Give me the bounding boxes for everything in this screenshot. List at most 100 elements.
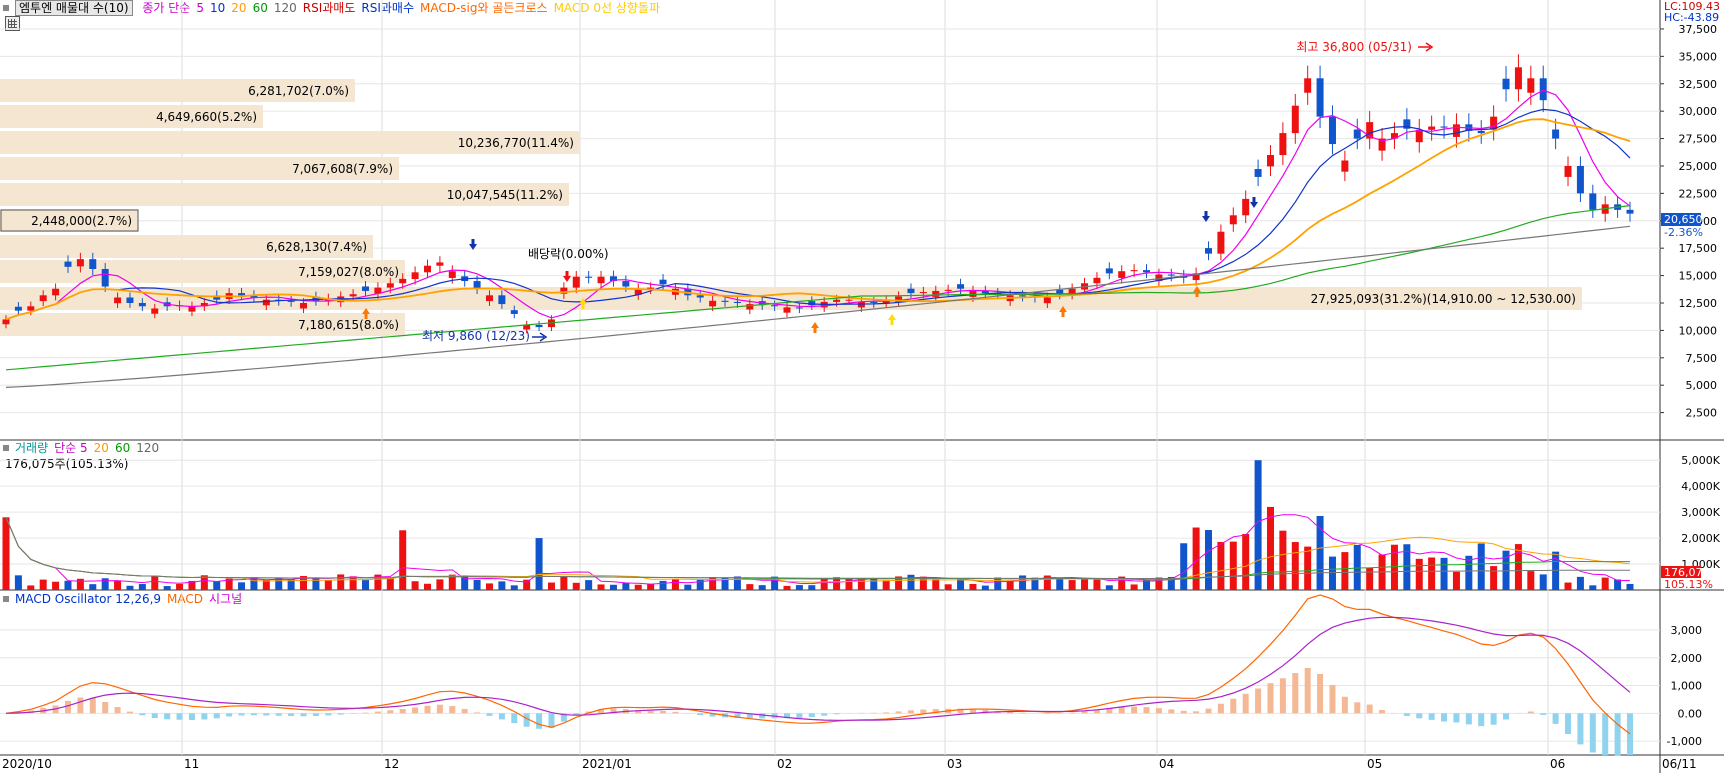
candle-body — [1576, 165, 1584, 194]
vol-ma5-line — [5, 514, 1631, 585]
price-tick-label: 32,500 — [1679, 78, 1718, 91]
macd-oscillator-bar — [1441, 713, 1448, 722]
macd-oscillator-bar — [647, 710, 654, 714]
macd-oscillator-bar — [1416, 713, 1423, 719]
macd-oscillator-bar — [164, 713, 171, 720]
macd-oscillator-bar — [1304, 667, 1311, 714]
high-arrow-icon — [1418, 42, 1434, 52]
macd-tick-label: 3,000 — [1671, 624, 1703, 637]
macd-oscillator-bar — [176, 713, 183, 720]
candle-body — [795, 307, 803, 309]
price-tick-label: 10,000 — [1679, 324, 1718, 337]
candle-body — [1514, 67, 1522, 90]
price-tick-label: 15,000 — [1679, 270, 1718, 283]
macd-oscillator-bar — [213, 713, 220, 719]
volume-profile-label: 7,067,608(7.9%) — [292, 162, 393, 176]
price-tick-label: 22,500 — [1679, 187, 1718, 200]
candle-body — [1143, 270, 1151, 273]
macd-oscillator-bar — [1255, 688, 1262, 714]
volume-tick-label: 2,000K — [1681, 532, 1720, 545]
macd-oscillator-bar — [1168, 709, 1175, 714]
macd-oscillator-bar — [1354, 702, 1361, 714]
volume-bar — [1452, 571, 1460, 590]
volume-bar — [1006, 581, 1014, 590]
candle-body — [783, 307, 791, 313]
macd-oscillator-bar — [77, 697, 84, 714]
macd-oscillator-bar — [511, 713, 518, 724]
price-tick-label: 35,000 — [1679, 50, 1718, 63]
volume-bar — [89, 584, 97, 590]
stock-chart[interactable]: 37,500 35,000 32,500 30,000 27,500 25,000 22,5… — [0, 0, 1724, 773]
candle-body — [1118, 271, 1126, 278]
candle-body — [399, 278, 407, 284]
candle-body — [300, 302, 308, 309]
macd-oscillator-bar — [1403, 713, 1410, 716]
low-arrow-icon — [532, 332, 548, 342]
volume-bar — [671, 579, 679, 590]
volume-bar — [1539, 574, 1547, 590]
volume-bar — [560, 576, 568, 590]
macd-oscillator-bar — [1627, 713, 1633, 755]
macd-oscillator-bar — [1155, 708, 1162, 714]
volume-profile-label: 10,047,545(11.2%) — [447, 188, 563, 202]
macd-oscillator-bar — [449, 706, 456, 714]
macd-oscillator-bar — [1552, 713, 1559, 724]
candle-body — [1353, 129, 1361, 139]
macd-oscillator-bar — [1118, 706, 1125, 714]
macd-oscillator-bar — [424, 705, 431, 714]
current-price-value: 20,650 — [1664, 213, 1703, 226]
price-tick-label: 30,000 — [1679, 105, 1718, 118]
volume-bar — [238, 582, 246, 590]
volume-bar — [1180, 543, 1188, 590]
candle-body — [1242, 198, 1250, 216]
price-tick-label: 2,500 — [1686, 407, 1718, 420]
candle-body — [907, 288, 915, 294]
volume-bar — [473, 579, 481, 590]
volume-bar — [126, 585, 134, 590]
macd-oscillator-bar — [275, 713, 282, 716]
volume-bar — [362, 579, 370, 590]
volume-bar — [783, 585, 791, 590]
volume-bar — [1205, 530, 1213, 590]
volume-profile-label: 4,649,660(5.2%) — [156, 110, 257, 124]
candle-body — [1539, 78, 1547, 101]
volume-bar — [1254, 460, 1262, 590]
volume-bar — [1217, 541, 1225, 590]
volume-bar — [1056, 578, 1064, 590]
macd-oscillator-bar — [1465, 713, 1472, 725]
x-axis-label: 06 — [1550, 757, 1565, 771]
candle-body — [1304, 78, 1312, 93]
candle-body — [845, 299, 853, 301]
volume-bar — [709, 577, 717, 590]
candle-body — [870, 301, 878, 303]
volume-bar — [1428, 557, 1436, 590]
macd-oscillator-bar — [1453, 713, 1460, 723]
x-axis-label: 06/11 — [1662, 757, 1697, 771]
macd-oscillator-bar — [672, 711, 679, 714]
volume-bar — [399, 530, 407, 590]
candle-body — [411, 272, 419, 280]
volume-bar — [1415, 558, 1423, 590]
volume-bar — [101, 578, 109, 590]
volume-profile-label: 7,159,027(8.0%) — [298, 265, 399, 279]
macd-oscillator-bar — [498, 713, 505, 720]
x-axis-label: 03 — [947, 757, 962, 771]
volume-bar — [820, 579, 828, 590]
candle-body — [919, 292, 927, 294]
volume-bar — [1527, 571, 1535, 590]
macd-oscillator-bar — [660, 710, 667, 714]
volume-bar — [572, 582, 580, 590]
x-axis-label: 04 — [1159, 757, 1174, 771]
volume-bar — [1440, 557, 1448, 590]
volume-tick-label: 4,000K — [1681, 480, 1720, 493]
volume-bar — [386, 577, 394, 590]
candle-body — [572, 276, 580, 288]
candle-body — [485, 295, 493, 302]
macd-tick-label: 1,000 — [1671, 680, 1703, 693]
volume-bar — [1229, 541, 1237, 590]
macd-oscillator-bar — [1341, 696, 1348, 714]
volume-bar — [523, 579, 531, 590]
candle-body — [696, 295, 704, 298]
candle-body — [448, 271, 456, 278]
volume-bar — [981, 585, 989, 590]
